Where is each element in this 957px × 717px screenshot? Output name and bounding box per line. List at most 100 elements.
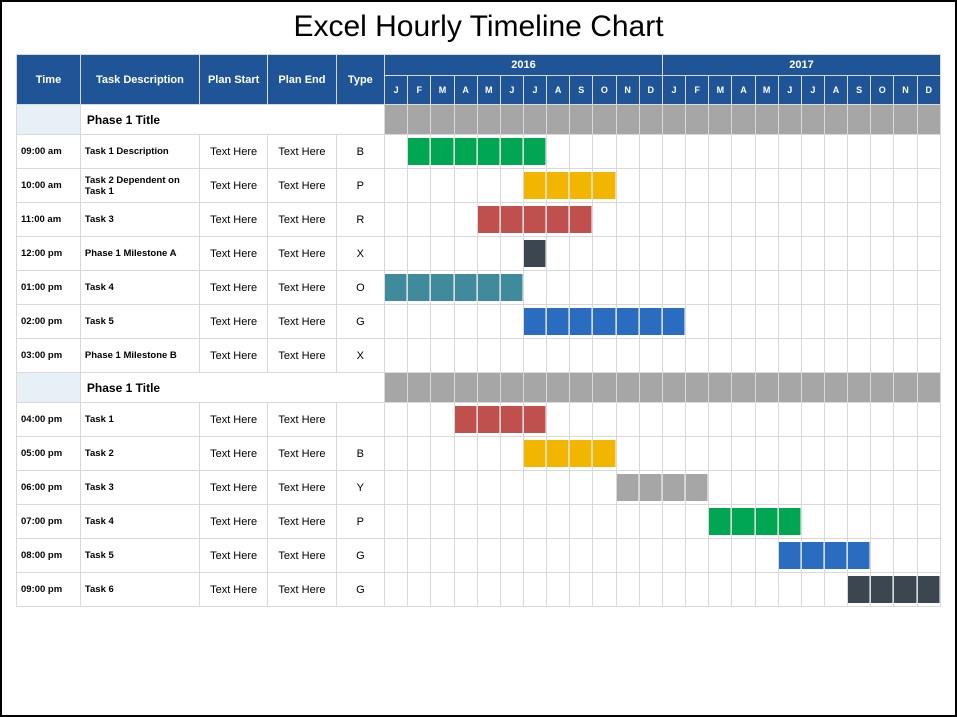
gantt-bar-segment xyxy=(524,240,546,267)
gantt-bar-segment xyxy=(593,172,615,199)
gantt-cell xyxy=(917,203,940,237)
gantt-cell xyxy=(500,573,523,607)
gantt-cell xyxy=(917,305,940,339)
gantt-bar-segment xyxy=(455,138,477,165)
header-year-2016: 2016 xyxy=(385,55,663,76)
gantt-cell xyxy=(408,339,431,373)
gantt-cell xyxy=(917,339,940,373)
gantt-bar-segment xyxy=(408,138,430,165)
gantt-cell xyxy=(523,169,546,203)
gantt-table: Time Task Description Plan Start Plan En… xyxy=(16,54,941,607)
gantt-bar-segment xyxy=(478,138,500,165)
gantt-bar-segment xyxy=(547,308,569,335)
header-month: M xyxy=(709,76,732,105)
header-month: J xyxy=(500,76,523,105)
gantt-cell xyxy=(431,539,454,573)
gantt-cell xyxy=(801,403,824,437)
task-row: 04:00 pmTask 1Text HereText Here xyxy=(17,403,941,437)
gantt-cell xyxy=(500,135,523,169)
gantt-cell xyxy=(917,237,940,271)
gantt-bar-segment xyxy=(756,508,778,535)
gantt-cell xyxy=(385,203,408,237)
gantt-cell xyxy=(593,169,616,203)
gantt-bar-segment xyxy=(617,474,639,501)
plan-end-cell: Text Here xyxy=(268,135,336,169)
plan-start-cell: Text Here xyxy=(199,403,267,437)
gantt-cell xyxy=(477,237,500,271)
gantt-cell xyxy=(686,237,709,271)
gantt-cell xyxy=(778,169,801,203)
plan-end-cell: Text Here xyxy=(268,471,336,505)
gantt-cell xyxy=(755,505,778,539)
gantt-cell xyxy=(454,339,477,373)
phase-bar-segment xyxy=(686,105,709,135)
gantt-cell xyxy=(385,403,408,437)
gantt-cell xyxy=(871,135,894,169)
gantt-bar-segment xyxy=(848,576,870,603)
gantt-bar-segment xyxy=(455,274,477,301)
phase-bar-segment xyxy=(523,105,546,135)
time-cell: 06:00 pm xyxy=(17,471,81,505)
gantt-cell xyxy=(547,203,570,237)
gantt-cell xyxy=(755,339,778,373)
gantt-cell xyxy=(871,471,894,505)
gantt-cell xyxy=(801,203,824,237)
gantt-cell xyxy=(732,505,755,539)
gantt-bar-segment xyxy=(455,406,477,433)
gantt-cell xyxy=(871,169,894,203)
gantt-cell xyxy=(547,271,570,305)
phase-bar-segment xyxy=(871,373,894,403)
gantt-cell xyxy=(801,539,824,573)
gantt-cell xyxy=(431,169,454,203)
phase-bar-segment xyxy=(616,373,639,403)
gantt-cell xyxy=(477,437,500,471)
phase-bar-segment xyxy=(732,105,755,135)
type-cell: G xyxy=(336,573,384,607)
gantt-cell xyxy=(709,539,732,573)
gantt-cell xyxy=(547,471,570,505)
phase-bar-segment xyxy=(639,105,662,135)
gantt-cell xyxy=(547,237,570,271)
type-cell: G xyxy=(336,539,384,573)
gantt-cell xyxy=(385,339,408,373)
header-month: F xyxy=(686,76,709,105)
plan-start-cell: Text Here xyxy=(199,203,267,237)
gantt-cell xyxy=(824,403,847,437)
gantt-cell xyxy=(894,135,917,169)
gantt-cell xyxy=(639,203,662,237)
gantt-cell xyxy=(801,305,824,339)
gantt-cell xyxy=(500,169,523,203)
phase-bar-segment xyxy=(477,373,500,403)
gantt-cell xyxy=(686,169,709,203)
plan-end-cell: Text Here xyxy=(268,539,336,573)
desc-cell: Task 1 Description xyxy=(80,135,199,169)
task-row: 02:00 pmTask 5Text HereText HereG xyxy=(17,305,941,339)
gantt-cell xyxy=(500,305,523,339)
gantt-cell xyxy=(408,573,431,607)
plan-end-cell: Text Here xyxy=(268,237,336,271)
gantt-cell xyxy=(801,505,824,539)
type-cell: B xyxy=(336,437,384,471)
gantt-cell xyxy=(523,339,546,373)
header-month: D xyxy=(917,76,940,105)
gantt-cell xyxy=(431,271,454,305)
phase-bar-segment xyxy=(431,373,454,403)
gantt-cell xyxy=(385,437,408,471)
gantt-cell xyxy=(593,573,616,607)
gantt-cell xyxy=(848,471,871,505)
gantt-cell xyxy=(824,169,847,203)
phase-bar-segment xyxy=(431,105,454,135)
type-cell xyxy=(336,403,384,437)
gantt-cell xyxy=(686,471,709,505)
gantt-cell xyxy=(454,403,477,437)
time-cell: 09:00 pm xyxy=(17,573,81,607)
gantt-cell xyxy=(616,403,639,437)
header-desc: Task Description xyxy=(80,55,199,105)
phase-bar-segment xyxy=(385,105,408,135)
gantt-cell xyxy=(778,135,801,169)
time-cell: 10:00 am xyxy=(17,169,81,203)
header-time: Time xyxy=(17,55,81,105)
gantt-cell xyxy=(801,271,824,305)
task-row: 09:00 amTask 1 DescriptionText HereText … xyxy=(17,135,941,169)
gantt-cell xyxy=(385,573,408,607)
